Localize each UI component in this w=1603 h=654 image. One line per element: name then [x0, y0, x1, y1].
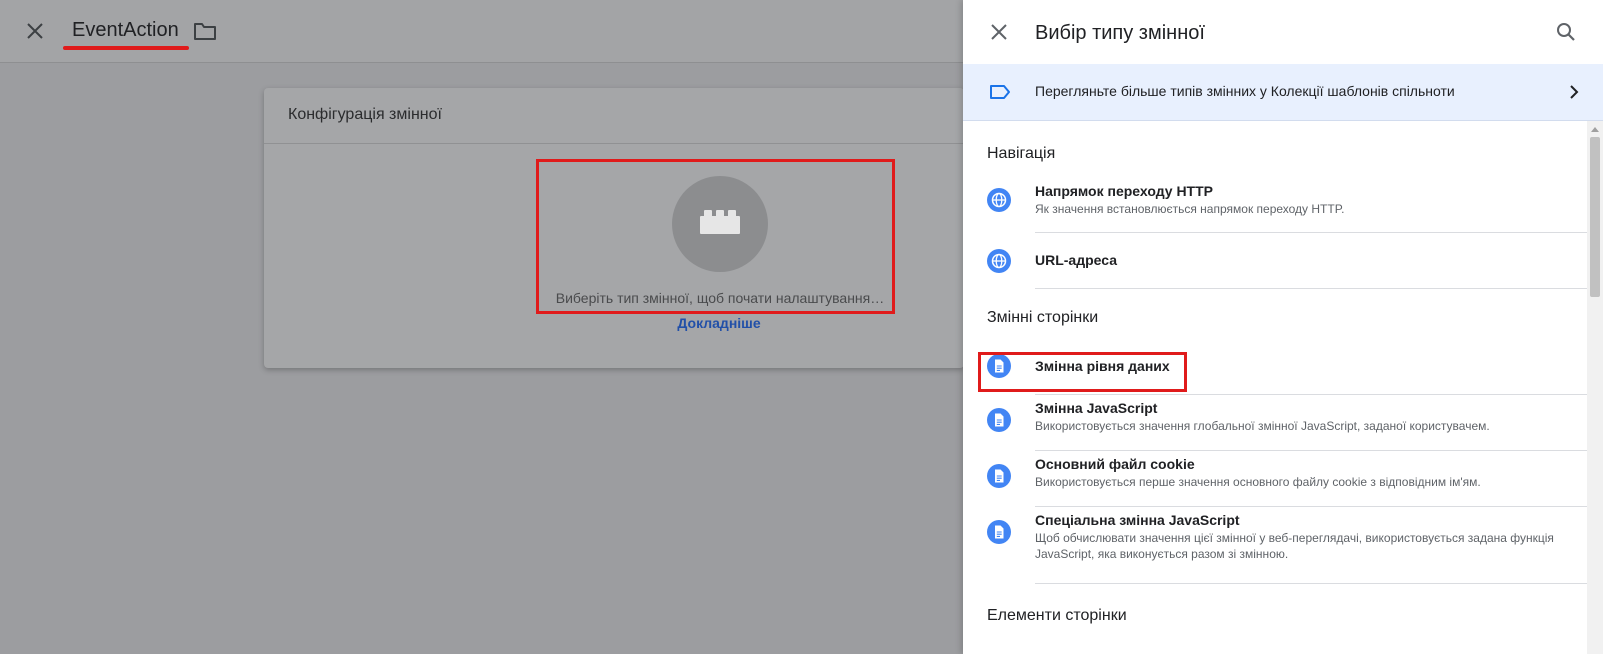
label-tag-icon [990, 85, 1010, 99]
list-item-custom-javascript[interactable]: Спеціальна змінна JavaScript Щоб обчислю… [963, 507, 1587, 579]
search-icon[interactable] [1555, 21, 1577, 43]
list-item-http-referrer[interactable]: Напрямок переходу HTTP Як значення встан… [963, 177, 1587, 233]
item-description: Використовується значення глобальної змі… [1035, 419, 1490, 433]
item-title: URL-адреса [1035, 252, 1118, 268]
config-card-title: Конфігурація змінної [288, 106, 442, 123]
variable-type-panel: Вибір типу змінної Перегляньте більше ти… [963, 0, 1603, 654]
scroll-up-arrow-icon[interactable] [1590, 125, 1600, 133]
close-panel-icon[interactable] [989, 22, 1009, 42]
panel-title: Вибір типу змінної [1035, 22, 1205, 44]
panel-scrollbar[interactable] [1587, 121, 1603, 654]
variable-name[interactable]: EventAction [72, 19, 179, 42]
list-item-javascript-variable[interactable]: Змінна JavaScript Використовується значе… [963, 395, 1587, 451]
community-gallery-banner[interactable]: Перегляньте більше типів змінних у Колек… [963, 64, 1603, 121]
chevron-right-icon [1570, 85, 1579, 99]
item-title: Спеціальна змінна JavaScript [1035, 512, 1240, 528]
item-description: Щоб обчислювати значення цієї змінної у … [1035, 531, 1554, 561]
divider [1035, 583, 1587, 584]
document-icon [987, 464, 1011, 488]
item-title: Напрямок переходу HTTP [1035, 183, 1213, 199]
item-description: Як значення встановлюється напрямок пере… [1035, 202, 1345, 216]
item-description: Використовується перше значення основног… [1035, 475, 1481, 489]
variable-type-list: Навігація Напрямок переходу HTTP Як знач… [963, 121, 1587, 654]
panel-header: Вибір типу змінної [963, 0, 1603, 64]
editor-topbar: EventAction [0, 0, 963, 63]
item-title: Змінна JavaScript [1035, 400, 1158, 416]
annotation-highlight-box [536, 159, 895, 314]
annotation-underline [63, 46, 189, 50]
learn-more-link[interactable]: Докладніше [669, 315, 769, 331]
item-title: Основний файл cookie [1035, 456, 1195, 472]
community-banner-text: Перегляньте більше типів змінних у Колек… [1035, 83, 1455, 99]
list-item-url[interactable]: URL-адреса [963, 233, 1587, 289]
config-card-header: Конфігурація змінної [264, 88, 964, 144]
document-icon [987, 408, 1011, 432]
divider [1035, 288, 1587, 289]
close-icon[interactable] [24, 20, 46, 42]
list-item-first-party-cookie[interactable]: Основний файл cookie Використовується пе… [963, 451, 1587, 507]
scrollbar-thumb[interactable] [1590, 137, 1600, 297]
section-title-page-variables: Змінні сторінки [987, 309, 1099, 326]
section-title-navigation: Навігація [987, 145, 1056, 162]
globe-icon [987, 249, 1011, 273]
globe-icon [987, 188, 1011, 212]
annotation-highlight-box [978, 352, 1187, 392]
folder-icon[interactable] [193, 20, 217, 42]
section-title-page-elements: Елементи сторінки [987, 607, 1127, 624]
document-icon [987, 520, 1011, 544]
